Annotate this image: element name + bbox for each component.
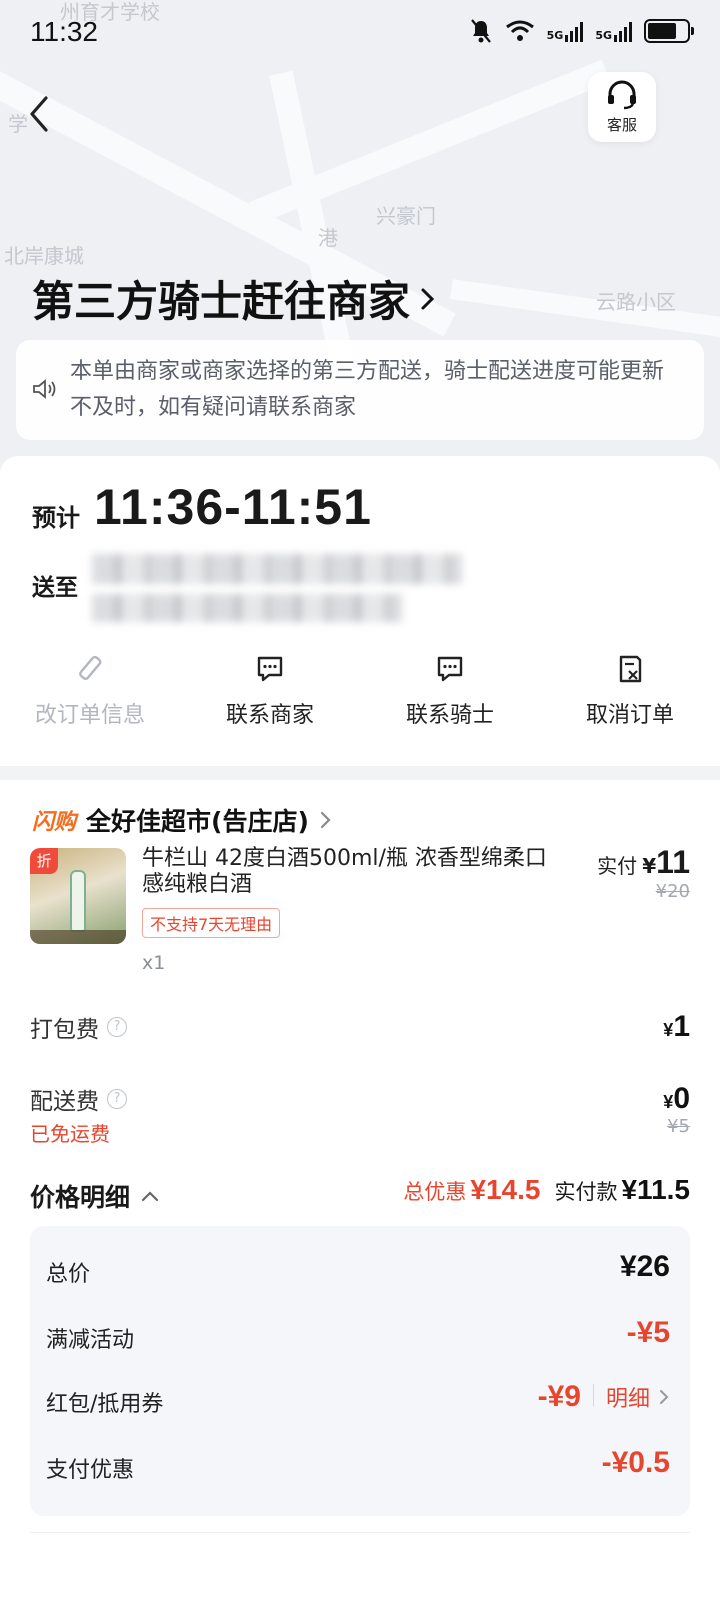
cellular-signal-icon: 5G [547,20,584,42]
order-status-text: 第三方骑士赶往商家 [32,277,411,326]
map-label: 北岸康城 [4,244,84,268]
speaker-icon [33,379,56,399]
customer-service-button[interactable]: 客服 [588,72,656,142]
actual-payment-value: ¥11.5 [621,1174,690,1205]
contact-rider-label: 联系骑士 [405,703,494,728]
notice-text: 本单由商家或商家选择的第三方配送，骑士配送进度可能更新不及时，如有疑问请联系商家 [70,359,665,420]
help-icon[interactable]: ? [107,1017,127,1037]
coupon-detail-link[interactable]: 明细 [606,1381,670,1413]
customer-service-label: 客服 [606,116,637,134]
chevron-up-icon [141,1191,159,1202]
product-name[interactable]: 牛栏山 42度白酒500ml/瓶 浓香型绵柔口感纯粮白酒 [142,846,562,898]
chevron-right-icon [320,811,331,829]
store-header[interactable]: 闪购 全好佳超市(告庄店) [32,802,333,838]
price-row-value: -¥0.5 [601,1446,670,1479]
eta-card: 预计 11:36-11:51 送至 改订单信息 联系商家 联系骑士 取消订单 [0,456,720,766]
price-row-value: -¥9 [537,1380,581,1413]
contact-rider-button[interactable]: 联系骑士 [360,651,540,729]
price-row-total: 总价 ¥26 [46,1250,670,1288]
contact-merchant-label: 联系商家 [225,703,314,728]
original-price: ¥20 [655,881,690,902]
order-actions: 改订单信息 联系商家 联系骑士 取消订单 [0,651,720,729]
divider [30,1532,690,1533]
price-row-value: -¥5 [626,1316,670,1349]
status-bar: 11:32 5G 5G [0,0,720,70]
store-name: 全好佳超市(告庄店) [86,807,309,836]
edit-order-label: 改订单信息 [34,703,145,728]
actual-payment-label: 实付款 [554,1180,618,1204]
delivery-fee-value: ¥0 [663,1082,690,1115]
eta-range: 11:36-11:51 [94,479,372,535]
cancel-order-icon [619,655,642,683]
headset-icon [608,80,636,110]
packing-fee-row: 打包费? ¥1 [30,1010,690,1044]
pencil-icon [79,655,102,680]
no-return-tag: 不支持7天无理由 [142,908,281,938]
map-label: 云路小区 [596,290,676,314]
discount-tag: 折 [30,848,58,874]
chat-icon [437,656,463,682]
price-row-full-reduction: 满减活动 -¥5 [46,1316,670,1354]
eta-prefix: 预计 [32,504,80,532]
product-quantity: x1 [142,952,166,974]
divider [592,1384,594,1406]
price-row-label: 支付优惠 [46,1458,135,1483]
status-time: 11:32 [30,16,98,47]
chevron-right-icon [421,288,435,309]
blurred-address [92,594,402,622]
price-detail-title: 价格明细 [30,1183,131,1212]
order-status-title[interactable]: 第三方骑士赶往商家 [32,268,438,329]
order-detail-card: 闪购 全好佳超市(告庄店) 折 牛栏山 42度白酒500ml/瓶 浓香型绵柔口感… [0,780,720,1612]
paid-value: 11 [656,844,690,880]
product-price: 实付 ¥11 ¥20 [597,844,690,902]
flash-buy-badge: 闪购 [32,810,77,835]
cellular-signal-icon: 5G [595,20,632,42]
mute-bell-icon [470,19,491,43]
price-row-label: 红包/抵用券 [46,1392,164,1417]
packing-fee-label: 打包费 [30,1017,99,1043]
price-row-label: 总价 [46,1262,91,1287]
price-row-coupon: 红包/抵用券 -¥9 明细 [46,1380,670,1418]
price-row-label: 满减活动 [46,1328,135,1353]
delivery-notice: 本单由商家或商家选择的第三方配送，骑士配送进度可能更新不及时，如有疑问请联系商家 [16,340,704,440]
chevron-right-icon [660,1390,669,1404]
help-icon[interactable]: ? [107,1089,127,1109]
chat-icon [257,656,283,682]
delivery-fee-original: ¥5 [667,1116,690,1137]
packing-fee-value: ¥1 [663,1010,690,1043]
price-detail-header[interactable]: 价格明细 总优惠 ¥14.5 实付款 ¥11.5 [30,1174,690,1214]
battery-icon [644,19,694,43]
cancel-order-label: 取消订单 [585,703,674,728]
delivery-fee-label: 配送费 [30,1089,99,1115]
blurred-address [92,554,462,584]
map-label: 兴豪门 [376,204,436,228]
price-row-payment-discount: 支付优惠 -¥0.5 [46,1446,670,1484]
price-detail-box: 总价 ¥26 满减活动 -¥5 红包/抵用券 -¥9 明细 支付优惠 -¥0.5 [30,1226,690,1516]
map-label: 港 [318,226,338,250]
price-row-value: ¥26 [619,1250,670,1283]
contact-merchant-button[interactable]: 联系商家 [180,651,360,729]
deliver-to-label: 送至 [32,575,78,601]
cancel-order-button[interactable]: 取消订单 [540,651,720,729]
paid-label: 实付 [597,854,638,878]
product-image[interactable]: 折 [30,848,126,944]
delivery-fee-row: 配送费? 已免运费 ¥0 ¥5 [30,1082,690,1147]
free-shipping-note: 已免运费 [30,1122,110,1146]
total-discount-label: 总优惠 [403,1180,467,1204]
total-discount-value: ¥14.5 [470,1174,541,1205]
back-chevron-icon[interactable] [24,92,64,136]
edit-order-button[interactable]: 改订单信息 [0,651,180,729]
wifi-icon [505,20,534,41]
